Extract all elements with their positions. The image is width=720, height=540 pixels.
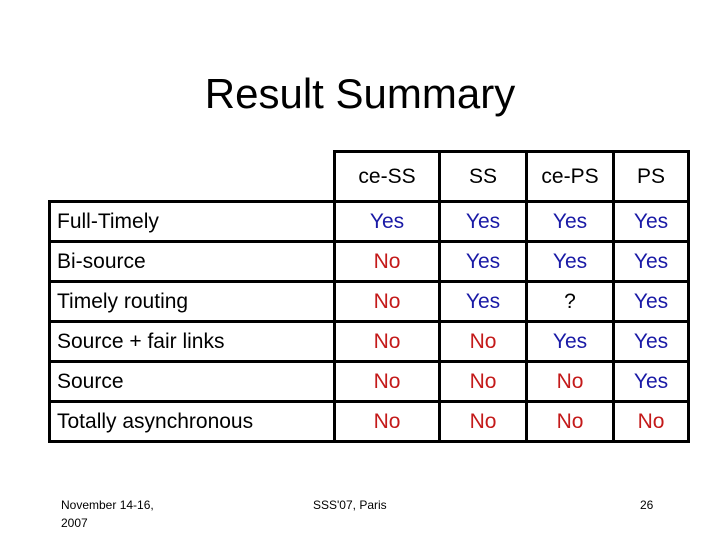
row-label: Totally asynchronous: [48, 400, 336, 443]
cell-ce-ps: Yes: [525, 240, 615, 283]
cell-ss: No: [438, 360, 528, 403]
cell-ce-ps: Yes: [525, 200, 615, 243]
table-row: Timely routing No Yes? Yes: [48, 280, 690, 323]
footer-venue: SSS'07, Paris: [313, 498, 387, 512]
cell-ss: Yes: [438, 280, 528, 323]
table-row: Totally asynchronous No No No No: [48, 400, 690, 443]
cell-ps: Yes: [612, 280, 690, 323]
result-summary-table: ce-SS SS ce-PS PS Full-Timely Yes Yes Yes Ye…: [48, 150, 690, 443]
table-corner-cell: [49, 151, 336, 203]
cell-ce-ss: No: [333, 360, 441, 403]
table-body: Full-Timely Yes Yes Yes Yes Bi-source No Yes Yes…: [48, 200, 690, 443]
cell-ce-ss: No: [333, 320, 441, 363]
column-header-ce-ss: ce-SS: [333, 150, 441, 203]
footer-date: November 14-16, 2007: [61, 496, 201, 532]
cell-ss: No: [438, 400, 528, 443]
cell-ss: No: [438, 320, 528, 363]
table-header-row: ce-SS SS ce-PS PS: [49, 150, 690, 203]
cell-ce-ss: No: [333, 400, 441, 443]
cell-ps: Yes: [612, 240, 690, 283]
row-label: Timely routing: [48, 280, 336, 323]
row-label: Source: [48, 360, 336, 403]
slide-title: Result Summary: [204, 70, 516, 117]
row-label: Full-Timely: [48, 200, 336, 243]
table-row: Source No No No Yes: [48, 360, 690, 403]
footer-date-line2: 2007: [61, 516, 88, 530]
footer-date-line1: November 14-16,: [61, 498, 154, 512]
column-header-ss: SS: [438, 150, 528, 203]
cell-ps: No: [612, 400, 690, 443]
cell-ce-ps: ?: [525, 280, 615, 323]
row-label: Source + fair links: [48, 320, 336, 363]
column-header-ps: PS: [612, 150, 690, 203]
cell-ps: Yes: [612, 360, 690, 403]
cell-ps: Yes: [612, 200, 690, 243]
cell-ce-ps: Yes: [525, 320, 615, 363]
cell-ss: Yes: [438, 240, 528, 283]
cell-ps: Yes: [612, 320, 690, 363]
row-label: Bi-source: [48, 240, 336, 283]
cell-ce-ss: No: [333, 240, 441, 283]
cell-ce-ss: Yes: [333, 200, 441, 243]
table-row: Bi-source No Yes Yes Yes: [48, 240, 690, 283]
cell-ss: Yes: [438, 200, 528, 243]
cell-ce-ss: No: [333, 280, 441, 323]
cell-ce-ps: No: [525, 360, 615, 403]
table-row: Source + fair links No No Yes Yes: [48, 320, 690, 363]
page-number: 26: [640, 498, 654, 512]
table-row: Full-Timely Yes Yes Yes Yes: [48, 200, 690, 243]
cell-ce-ps: No: [525, 400, 615, 443]
column-header-ce-ps: ce-PS: [525, 150, 615, 203]
